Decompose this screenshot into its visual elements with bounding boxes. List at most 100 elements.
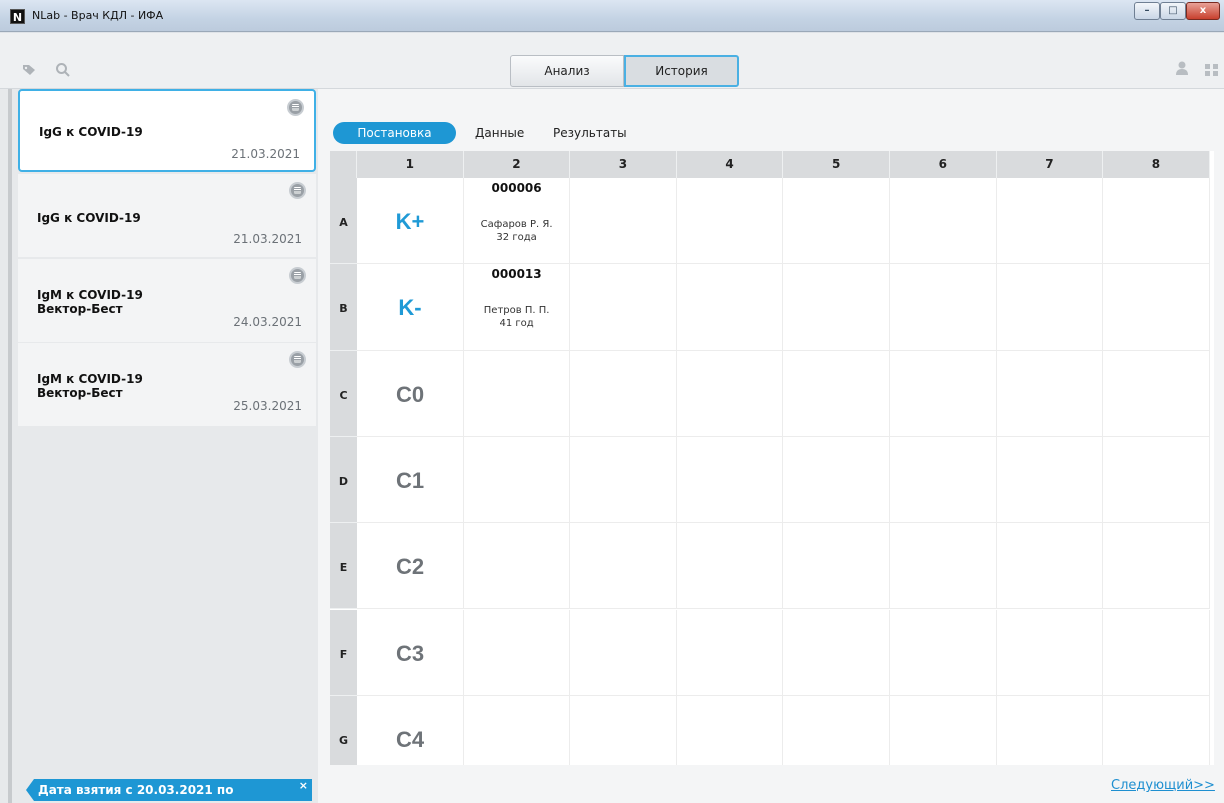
details-icon[interactable]: [289, 182, 306, 199]
plate-well[interactable]: [997, 695, 1104, 765]
plate-well[interactable]: [676, 523, 784, 610]
date-filter-label: Дата взятия с 20.03.2021 по 27.03.2021: [38, 783, 234, 797]
plate-well[interactable]: [996, 523, 1104, 610]
plate-well[interactable]: [996, 178, 1104, 265]
list-item-title: IgG к COVID-19: [37, 211, 141, 225]
tab-analysis[interactable]: Анализ: [510, 55, 624, 87]
plate-well[interactable]: [1103, 695, 1210, 765]
details-icon[interactable]: [287, 99, 304, 116]
plate-well[interactable]: [783, 350, 890, 437]
plate-well[interactable]: [676, 609, 784, 696]
row-header: F: [330, 609, 357, 696]
window-title: NLab - Врач КДЛ - ИФА: [32, 9, 164, 22]
plate-well[interactable]: [996, 609, 1104, 696]
row-header: G: [330, 695, 357, 765]
column-header: 5: [783, 151, 890, 178]
list-item[interactable]: IgG к COVID-19 21.03.2021: [18, 174, 316, 257]
column-header: 8: [1103, 151, 1210, 178]
details-icon[interactable]: [289, 267, 306, 284]
plate-well[interactable]: [1103, 178, 1210, 265]
row-header: A: [330, 178, 357, 265]
tab-history[interactable]: История: [624, 55, 739, 87]
plate-well[interactable]: [464, 695, 571, 765]
plate-well[interactable]: [996, 264, 1104, 351]
plate-well[interactable]: [783, 436, 890, 524]
plate-well[interactable]: [996, 436, 1104, 524]
plate-well[interactable]: [463, 436, 571, 524]
column-header: 4: [676, 151, 784, 178]
minimize-button[interactable]: –: [1134, 2, 1160, 20]
plate-well[interactable]: [890, 178, 997, 265]
control-label: K-: [398, 295, 422, 321]
row-header: E: [330, 523, 357, 610]
app-logo: N: [10, 9, 25, 24]
patient-name: Петров П. П.: [483, 305, 550, 317]
plate-well[interactable]: [1103, 436, 1210, 524]
search-icon[interactable]: [55, 62, 71, 78]
plate-grid: 1 2 3 4 5 6 7 8 A K+ B K- C C0 D C1 E C2 F C3 G C4 000006 Сафар…: [330, 151, 1214, 765]
tab-results[interactable]: Результаты: [553, 122, 627, 144]
plate-well[interactable]: [570, 523, 677, 610]
list-item-date: 25.03.2021: [233, 399, 302, 413]
list-item-date: 21.03.2021: [231, 147, 300, 161]
plate-well[interactable]: [676, 436, 784, 524]
plate-well[interactable]: [783, 695, 890, 765]
list-item-date: 24.03.2021: [233, 315, 302, 329]
plate-well[interactable]: [463, 523, 571, 610]
grid-icon[interactable]: [1205, 64, 1219, 76]
list-item[interactable]: IgG к COVID-19 21.03.2021: [18, 89, 316, 172]
plate-well[interactable]: [890, 695, 997, 765]
plate-well[interactable]: [1103, 264, 1210, 351]
tag-icon[interactable]: [22, 64, 36, 76]
plate-well[interactable]: [570, 609, 677, 696]
tab-setup[interactable]: Постановка: [333, 122, 456, 144]
details-icon[interactable]: [289, 351, 306, 368]
column-header: 3: [570, 151, 677, 178]
close-button[interactable]: x: [1186, 2, 1220, 20]
sample-number: 000013: [491, 267, 542, 282]
plate-well[interactable]: [783, 264, 890, 351]
plate-well[interactable]: [463, 350, 571, 437]
list-item-subtitle: Вектор-Бест: [37, 386, 123, 400]
next-page-link[interactable]: Следующий>>: [1111, 778, 1215, 793]
plate-well[interactable]: [676, 264, 784, 351]
tab-data[interactable]: Данные: [475, 122, 524, 144]
plate-well[interactable]: [570, 350, 677, 437]
plate-well[interactable]: [890, 264, 997, 351]
plate-well[interactable]: [1103, 523, 1210, 610]
plate-well[interactable]: [890, 436, 997, 524]
plate-well[interactable]: [677, 695, 784, 765]
plate-well[interactable]: [570, 436, 677, 524]
plate-well[interactable]: [783, 523, 890, 610]
maximize-button[interactable]: □: [1160, 2, 1186, 20]
plate-well[interactable]: [676, 178, 784, 265]
plate-well[interactable]: [890, 350, 997, 437]
plate-well[interactable]: [463, 609, 571, 696]
patient-age: 41 год: [499, 318, 534, 330]
plate-well[interactable]: [1103, 350, 1210, 437]
control-label: C4: [395, 726, 425, 752]
row-header: C: [330, 350, 357, 437]
control-label: C3: [395, 640, 425, 666]
plate-well[interactable]: [783, 178, 890, 265]
column-header: 7: [996, 151, 1104, 178]
list-item-title: IgM к COVID-19: [37, 288, 143, 302]
plate-corner: [330, 151, 357, 178]
plate-well[interactable]: [996, 350, 1104, 437]
plate-well[interactable]: [570, 264, 677, 351]
list-scrollbar[interactable]: [8, 89, 12, 803]
plate-well[interactable]: [890, 609, 997, 696]
plate-well[interactable]: [570, 178, 677, 265]
date-filter-chip[interactable]: Дата взятия с 20.03.2021 по 27.03.2021 ×: [26, 779, 312, 801]
plate-well[interactable]: [890, 523, 997, 610]
user-icon[interactable]: [1175, 60, 1189, 76]
list-item[interactable]: IgM к COVID-19 Вектор-Бест 25.03.2021: [18, 343, 316, 426]
plate-well[interactable]: [1103, 609, 1210, 696]
control-label: C0: [395, 381, 425, 407]
plate-well[interactable]: [676, 350, 784, 437]
plate-well[interactable]: [783, 609, 890, 696]
row-header: D: [330, 436, 357, 524]
plate-well[interactable]: [570, 695, 677, 765]
column-header: 1: [357, 151, 464, 178]
list-item[interactable]: IgM к COVID-19 Вектор-Бест 24.03.2021: [18, 259, 316, 342]
